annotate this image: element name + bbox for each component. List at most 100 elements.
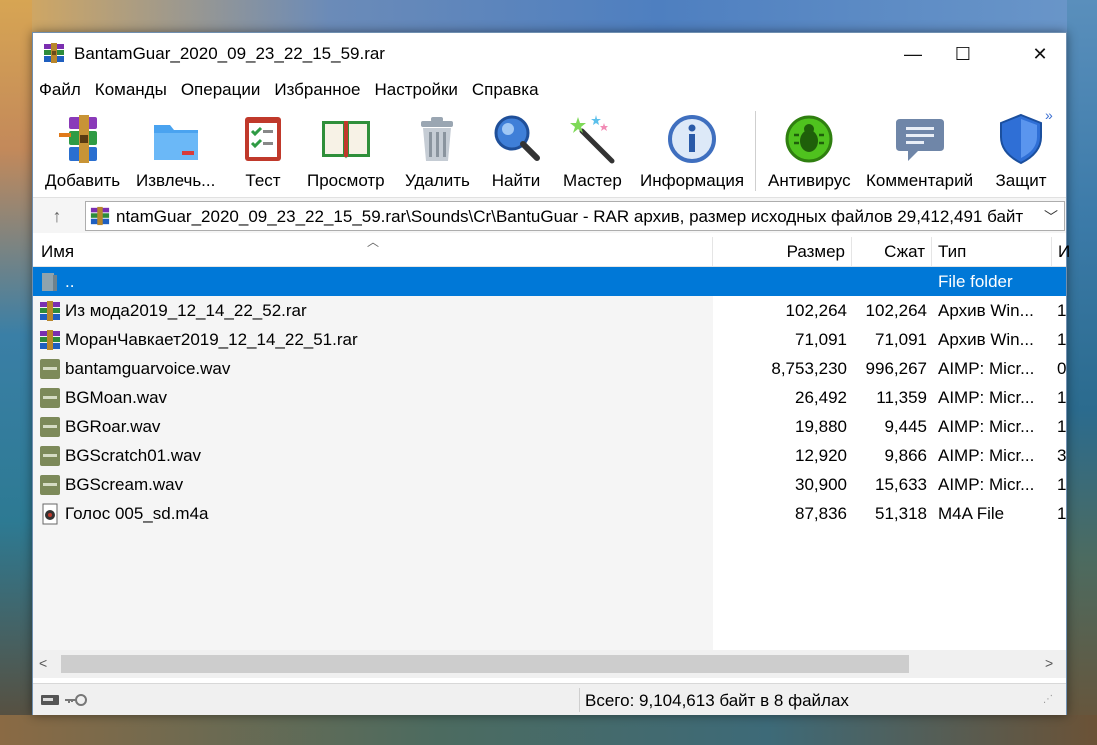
wav-file-icon — [40, 359, 60, 379]
antivirus-label: Антивирус — [768, 171, 851, 190]
file-row[interactable]: BGRoar.wav 19,880 9,445 AIMP: Micr... 1 — [33, 412, 1066, 441]
wav-file-icon — [40, 417, 60, 437]
file-type: AIMP: Micr... — [938, 475, 1035, 494]
address-dropdown-icon[interactable]: ﹀ — [1044, 207, 1058, 227]
book-view-icon — [321, 121, 370, 159]
file-size: 87,836 — [795, 504, 847, 523]
test-button[interactable]: Тест — [235, 111, 291, 197]
comment-button[interactable]: Комментарий — [866, 111, 973, 197]
file-row[interactable]: Из мода2019_12_14_22_52.rar 102,264 102,26… — [33, 296, 1066, 325]
drive-key-icons[interactable] — [39, 690, 89, 710]
view-button[interactable]: Просмотр — [307, 111, 385, 197]
file-modified: 1 — [1057, 330, 1067, 349]
window-title: BantamGuar_2020_09_23_22_15_59.rar — [74, 44, 385, 63]
toolbar-more-icon[interactable]: » — [1045, 107, 1053, 123]
rar-file-icon — [40, 330, 60, 350]
scroll-left-icon[interactable]: < — [39, 655, 47, 671]
protect-button[interactable]: Защит — [993, 111, 1049, 197]
resize-grip-icon[interactable]: ⋰ — [1043, 694, 1053, 705]
toolbar-separator — [755, 111, 756, 191]
file-name: .. — [65, 272, 75, 291]
winrar-add-icon — [58, 115, 97, 163]
file-modified: 0 — [1057, 359, 1067, 378]
menu-commands[interactable]: Команды — [95, 80, 167, 100]
comment-icon — [895, 119, 944, 161]
file-packed-size: 15,633 — [875, 475, 927, 494]
scroll-thumb[interactable] — [61, 655, 909, 673]
title-bar[interactable]: BantamGuar_2020_09_23_22_15_59.rar — ☐ ✕ — [33, 33, 1066, 75]
wav-file-icon — [40, 388, 60, 408]
file-type: File folder — [938, 272, 1013, 291]
file-row[interactable]: МоранЧавкает2019_12_14_22_51.rar 71,091 71… — [33, 325, 1066, 354]
delete-button[interactable]: Удалить — [405, 111, 470, 197]
column-modified[interactable]: И — [1052, 237, 1070, 267]
menu-favorites[interactable]: Избранное — [274, 80, 360, 100]
file-row[interactable]: bantamguarvoice.wav 8,753,230 996,267 AIMP:… — [33, 354, 1066, 383]
info-button[interactable]: Информация — [640, 111, 744, 197]
wizard-button[interactable]: Мастер — [563, 111, 622, 197]
extract-button[interactable]: Извлечь... — [136, 111, 215, 197]
magic-wand-icon — [570, 115, 615, 164]
sort-ascending-icon: ︿ — [367, 235, 380, 249]
file-size: 71,091 — [795, 330, 847, 349]
file-name: bantamguarvoice.wav — [65, 359, 231, 378]
m4a-file-icon — [42, 503, 58, 525]
winrar-app-icon[interactable] — [43, 42, 65, 64]
wav-file-icon — [40, 475, 60, 495]
file-type: AIMP: Micr... — [938, 417, 1035, 436]
file-modified: 1 — [1057, 475, 1067, 494]
file-packed-size: 71,091 — [875, 330, 927, 349]
address-field[interactable]: ntamGuar_2020_09_23_22_15_59.rar\Sounds\… — [85, 201, 1065, 231]
menu-settings[interactable]: Настройки — [375, 80, 458, 100]
add-button[interactable]: Добавить — [45, 111, 120, 197]
protect-label: Защит — [995, 171, 1047, 190]
trash-icon — [421, 117, 454, 161]
file-row[interactable]: BGMoan.wav 26,492 11,359 AIMP: Micr... 1 — [33, 383, 1066, 412]
file-row[interactable]: Голос 005_sd.m4a 87,836 51,318 M4A File 1 — [33, 499, 1066, 528]
file-name: BGScratch01.wav — [65, 446, 202, 465]
menu-help[interactable]: Справка — [472, 80, 539, 100]
file-row[interactable]: .. File folder — [33, 267, 1066, 296]
toolbar: Добавить Извлечь... Тест Просмотр Удалит… — [33, 105, 1066, 197]
antivirus-button[interactable]: Антивирус — [768, 111, 851, 197]
info-icon — [668, 115, 717, 163]
file-packed-size: 51,318 — [875, 504, 927, 523]
rar-file-icon — [40, 301, 60, 321]
up-folder-button[interactable]: ↑ — [45, 204, 69, 228]
file-name: BGMoan.wav — [65, 388, 168, 407]
file-name: МоранЧавкает2019_12_14_22_51.rar — [65, 330, 358, 349]
file-modified: 1 — [1057, 417, 1067, 436]
folder-extract-icon — [153, 125, 198, 160]
file-size: 102,264 — [785, 301, 847, 320]
file-packed-size: 102,264 — [865, 301, 927, 320]
file-type: Архив Win... — [938, 330, 1034, 349]
winrar-archive-icon — [90, 206, 110, 226]
horizontal-scrollbar[interactable]: < > — [33, 650, 1066, 678]
column-header: Имя ︿ Размер Сжат Тип И — [33, 235, 1070, 267]
magnifier-icon — [494, 115, 540, 161]
file-modified: 3 — [1057, 446, 1067, 465]
file-row[interactable]: BGScream.wav 30,900 15,633 AIMP: Micr... 1 — [33, 470, 1066, 499]
maximize-button[interactable]: ☐ — [938, 33, 988, 75]
winrar-window: BantamGuar_2020_09_23_22_15_59.rar — ☐ ✕… — [32, 32, 1070, 715]
status-separator — [579, 688, 580, 712]
column-packed[interactable]: Сжат — [852, 237, 932, 267]
close-button[interactable]: ✕ — [1015, 33, 1065, 75]
scroll-right-icon[interactable]: > — [1045, 655, 1053, 671]
column-size[interactable]: Размер — [713, 237, 852, 267]
file-name: BGRoar.wav — [65, 417, 161, 436]
file-row[interactable]: BGScratch01.wav 12,920 9,866 AIMP: Micr... 3 — [33, 441, 1066, 470]
column-type[interactable]: Тип — [932, 237, 1052, 267]
file-size: 30,900 — [795, 475, 847, 494]
menu-file[interactable]: Файл — [39, 80, 81, 100]
file-type: M4A File — [938, 504, 1005, 523]
menu-operations[interactable]: Операции — [181, 80, 261, 100]
file-packed-size: 9,866 — [884, 446, 927, 465]
file-type: AIMP: Micr... — [938, 359, 1035, 378]
find-button[interactable]: Найти — [488, 111, 544, 197]
file-size: 8,753,230 — [771, 359, 847, 378]
minimize-button[interactable]: — — [888, 33, 938, 75]
status-summary: Всего: 9,104,613 байт в 8 файлах — [585, 691, 849, 710]
file-packed-size — [853, 267, 927, 296]
menu-bar: Файл Команды Операции Избранное Настройк… — [33, 75, 1066, 105]
